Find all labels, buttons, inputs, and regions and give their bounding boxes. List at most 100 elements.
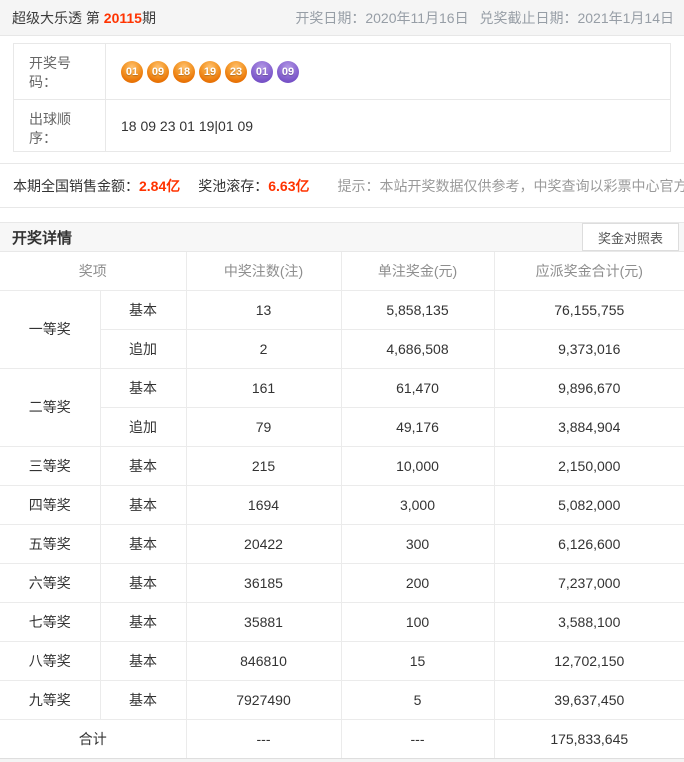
prize-name-cell: 四等奖 xyxy=(0,484,101,525)
front-ball: 18 xyxy=(173,60,195,83)
single-prize-cell: 10,000 xyxy=(340,445,495,486)
table-row: 五等奖 基本 20422 300 6,126,600 xyxy=(0,523,684,564)
sales-info-row: 本期全国销售金额： 2.84亿 奖池滚存： 6.63亿 提示：本站开奖数据仅供参考，… xyxy=(0,164,684,208)
single-prize-cell: 61,470 xyxy=(340,367,495,408)
details-header-bar: 开奖详情 奖金对照表 xyxy=(0,222,684,252)
count-cell: 35881 xyxy=(185,601,342,642)
total-prize-cell: 6,126,600 xyxy=(493,523,684,564)
count-cell: 846810 xyxy=(185,640,342,681)
single-prize-cell: 5,858,135 xyxy=(340,289,495,330)
col-header-prize: 奖项 xyxy=(0,251,187,291)
single-prize-cell: 200 xyxy=(340,562,495,603)
single-prize-cell: 4,686,508 xyxy=(340,328,495,369)
col-header-total: 应派奖金合计(元) xyxy=(493,251,684,291)
ball-order-row: 出球顺 序： 18 09 23 01 19|01 09 xyxy=(14,99,670,152)
total-label-cell: 合计 xyxy=(0,718,187,759)
single-prize-cell: 15 xyxy=(340,640,495,681)
draw-numbers-row: 开奖号 码： 01 09 18 19 23 01 09 xyxy=(14,44,670,99)
order-label-line1: 出球顺 xyxy=(29,111,71,127)
front-ball: 09 xyxy=(147,60,169,83)
date-info: 开奖日期：2020年11月16日 兑奖截止日期：2021年1月14日 xyxy=(295,8,674,28)
draw-label-line1: 开奖号 xyxy=(29,55,71,71)
table-row: 三等奖 基本 215 10,000 2,150,000 xyxy=(0,445,684,486)
front-ball: 23 xyxy=(225,60,247,83)
prize-type-cell: 基本 xyxy=(99,562,187,603)
count-cell: 13 xyxy=(185,289,342,330)
numbers-section: 开奖号 码： 01 09 18 19 23 01 09 出球顺 序： 18 09… xyxy=(0,36,684,164)
total-prize-cell: 39,637,450 xyxy=(493,679,684,720)
total-single-cell: --- xyxy=(340,718,495,759)
prize-type-cell: 基本 xyxy=(99,679,187,720)
col-header-single: 单注奖金(元) xyxy=(340,251,495,291)
prize-name-cell: 二等奖 xyxy=(0,367,101,447)
prize-type-cell: 追加 xyxy=(99,406,187,447)
prize-type-cell: 基本 xyxy=(99,640,187,681)
total-amount-cell: 175,833,645 xyxy=(493,718,684,759)
total-prize-cell: 5,082,000 xyxy=(493,484,684,525)
count-cell: 215 xyxy=(185,445,342,486)
sales-amount: 2.84亿 xyxy=(139,177,181,194)
total-count-cell: --- xyxy=(185,718,342,759)
disclaimer-tip: 提示：本站开奖数据仅供参考，中奖查询以彩票中心官方开奖信息为准 xyxy=(337,177,684,194)
total-prize-cell: 3,588,100 xyxy=(493,601,684,642)
prize-type-cell: 追加 xyxy=(99,328,187,369)
draw-numbers-balls: 01 09 18 19 23 01 09 xyxy=(106,44,670,99)
front-ball: 19 xyxy=(199,60,221,83)
table-row: 六等奖 基本 36185 200 7,237,000 xyxy=(0,562,684,603)
front-ball: 01 xyxy=(121,60,143,83)
pool-label: 奖池滚存： xyxy=(198,177,269,194)
single-prize-cell: 49,176 xyxy=(340,406,495,447)
count-cell: 36185 xyxy=(185,562,342,603)
numbers-table: 开奖号 码： 01 09 18 19 23 01 09 出球顺 序： 18 09… xyxy=(13,43,671,152)
ball-order-value: 18 09 23 01 19|01 09 xyxy=(121,118,254,134)
prize-table: 奖项 中奖注数(注) 单注奖金(元) 应派奖金合计(元) 一等奖 基本 13 5… xyxy=(0,251,684,759)
single-prize-cell: 300 xyxy=(340,523,495,564)
lottery-title: 超级大乐透 第 20115期 xyxy=(12,8,156,28)
total-prize-cell: 12,702,150 xyxy=(493,640,684,681)
details-title: 开奖详情 xyxy=(12,229,73,247)
single-prize-cell: 3,000 xyxy=(340,484,495,525)
top-bar: 超级大乐透 第 20115期 开奖日期：2020年11月16日 兑奖截止日期：2… xyxy=(0,0,684,36)
col-header-count: 中奖注数(注) xyxy=(185,251,342,291)
prize-type-cell: 基本 xyxy=(99,445,187,486)
prize-compare-button[interactable]: 奖金对照表 xyxy=(581,223,679,251)
draw-numbers-label: 开奖号 码： xyxy=(14,44,106,99)
prize-name-cell: 三等奖 xyxy=(0,445,101,486)
prize-name-cell: 六等奖 xyxy=(0,562,101,603)
prize-type-cell: 基本 xyxy=(99,523,187,564)
prize-name-cell: 九等奖 xyxy=(0,679,101,720)
count-cell: 2 xyxy=(185,328,342,369)
table-row: 七等奖 基本 35881 100 3,588,100 xyxy=(0,601,684,642)
total-prize-cell: 7,237,000 xyxy=(493,562,684,603)
table-row: 四等奖 基本 1694 3,000 5,082,000 xyxy=(0,484,684,525)
total-row: 合计 --- --- 175,833,645 xyxy=(0,718,684,759)
footer-strip xyxy=(0,758,684,762)
period-suffix: 期 xyxy=(141,9,156,26)
count-cell: 1694 xyxy=(185,484,342,525)
prize-type-cell: 基本 xyxy=(99,367,187,408)
count-cell: 79 xyxy=(185,406,342,447)
table-row: 一等奖 基本 13 5,858,135 76,155,755 xyxy=(0,289,684,369)
count-cell: 20422 xyxy=(185,523,342,564)
total-prize-cell: 76,155,755 xyxy=(493,289,684,330)
prize-name-cell: 七等奖 xyxy=(0,601,101,642)
prize-name-cell: 五等奖 xyxy=(0,523,101,564)
sales-label: 本期全国销售金额： xyxy=(13,177,139,194)
draw-label-line2: 码： xyxy=(29,74,57,90)
single-prize-cell: 5 xyxy=(340,679,495,720)
back-ball: 09 xyxy=(277,60,299,83)
prize-type-cell: 基本 xyxy=(99,601,187,642)
prize-name-cell: 一等奖 xyxy=(0,289,101,369)
section-gap xyxy=(0,208,684,222)
draw-date: 开奖日期：2020年11月16日 xyxy=(295,9,469,26)
redeem-deadline: 兑奖截止日期：2021年1月14日 xyxy=(479,9,674,26)
lottery-name: 超级大乐透 第 xyxy=(12,9,104,26)
total-prize-cell: 2,150,000 xyxy=(493,445,684,486)
table-row: 追加 2 4,686,508 9,373,016 xyxy=(0,328,684,369)
total-prize-cell: 9,896,670 xyxy=(493,367,684,408)
table-row: 九等奖 基本 7927490 5 39,637,450 xyxy=(0,679,684,720)
prize-type-cell: 基本 xyxy=(99,484,187,525)
prize-type-cell: 基本 xyxy=(99,289,187,330)
single-prize-cell: 100 xyxy=(340,601,495,642)
period-number: 20115 xyxy=(103,9,142,26)
